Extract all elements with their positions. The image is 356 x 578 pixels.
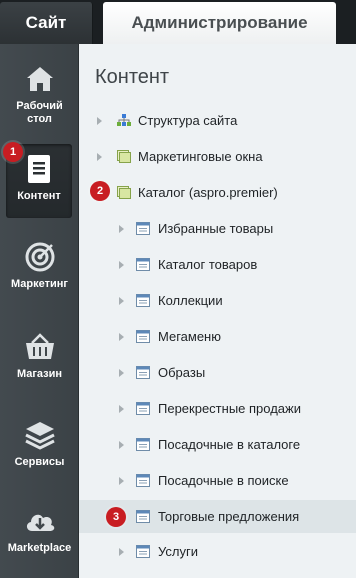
tree-item-cross-sales[interactable]: Перекрестные продажи — [79, 392, 356, 425]
iblock-list-icon — [136, 510, 150, 523]
tree-item-label[interactable]: Каталог товаров — [158, 257, 257, 272]
tree-item-label[interactable]: Образы — [158, 365, 205, 380]
iblock-list-icon — [136, 294, 150, 307]
sidebar-item-shop[interactable]: Магазин — [0, 330, 79, 381]
tree-item-megamenu[interactable]: Мегаменю — [79, 320, 356, 353]
page-title: Контент — [95, 66, 170, 88]
tree-item-landing-search[interactable]: Посадочные в поиске — [79, 464, 356, 497]
content-panel: Контент Структура сайта Маркетинговые ок… — [79, 44, 356, 578]
tree-item-label[interactable]: Мегаменю — [158, 329, 221, 344]
tree-item-catalog-aspro[interactable]: Каталог (aspro.premier) — [79, 176, 356, 209]
sidebar-item-label: Рабочий стол — [16, 100, 63, 125]
tree-item-label[interactable]: Торговые предложения — [158, 509, 299, 524]
tree-item-label[interactable]: Коллекции — [158, 293, 223, 308]
tree-item-landing-catalog[interactable]: Посадочные в каталоге — [79, 428, 356, 461]
sidebar-item-label: Marketplace — [7, 542, 72, 554]
target-icon — [23, 240, 57, 274]
expand-arrow-icon[interactable] — [119, 476, 124, 485]
admin-sidebar: Рабочий стол Контент Маркетинг Магазин С… — [0, 44, 79, 578]
site-structure-icon — [117, 114, 131, 126]
iblock-list-icon — [136, 402, 150, 415]
sidebar-item-label: Контент — [17, 190, 61, 202]
expand-arrow-icon[interactable] — [119, 404, 124, 413]
step-badge-1: 1 — [3, 142, 23, 162]
sidebar-item-label: Маркетинг — [11, 278, 68, 290]
tree-item-label[interactable]: Услуги — [158, 544, 198, 559]
basket-icon — [23, 330, 57, 364]
iblock-type-icon — [117, 150, 131, 163]
document-icon — [22, 152, 56, 186]
expand-arrow-icon[interactable] — [119, 368, 124, 377]
tree-item-label[interactable]: Перекрестные продажи — [158, 401, 301, 416]
iblock-type-icon — [117, 186, 131, 199]
expand-arrow-icon[interactable] — [119, 224, 124, 233]
sidebar-item-desktop[interactable]: Рабочий стол — [0, 62, 79, 126]
tree-item-collections[interactable]: Коллекции — [79, 284, 356, 317]
tree-item-services[interactable]: Услуги — [79, 535, 356, 568]
iblock-list-icon — [136, 474, 150, 487]
expand-arrow-icon[interactable] — [119, 260, 124, 269]
sidebar-item-marketplace[interactable]: Marketplace — [0, 504, 79, 555]
tree-item-label[interactable]: Посадочные в поиске — [158, 473, 289, 488]
sidebar-item-marketing[interactable]: Маркетинг — [0, 240, 79, 291]
tab-site[interactable]: Сайт — [0, 2, 93, 44]
layers-icon — [23, 418, 57, 452]
tree-item-looks[interactable]: Образы — [79, 356, 356, 389]
tree-item-label[interactable]: Посадочные в каталоге — [158, 437, 300, 452]
iblock-list-icon — [136, 330, 150, 343]
iblock-list-icon — [136, 222, 150, 235]
step-badge-3: 3 — [106, 507, 126, 527]
expand-arrow-icon[interactable] — [119, 440, 124, 449]
iblock-list-icon — [136, 258, 150, 271]
tree-item-label[interactable]: Структура сайта — [138, 113, 237, 128]
top-tab-bar: Сайт Администрирование — [0, 0, 356, 44]
iblock-list-icon — [136, 438, 150, 451]
tree-item-label[interactable]: Избранные товары — [158, 221, 273, 236]
tab-administration[interactable]: Администрирование — [103, 2, 336, 44]
sidebar-item-label: Магазин — [16, 368, 63, 380]
sidebar-item-services[interactable]: Сервисы — [0, 418, 79, 469]
tree-item-site-structure[interactable]: Структура сайта — [79, 104, 356, 137]
expand-arrow-icon[interactable] — [97, 152, 102, 161]
tree-item-marketing-windows[interactable]: Маркетинговые окна — [79, 140, 356, 173]
expand-arrow-icon[interactable] — [119, 332, 124, 341]
expand-arrow-icon[interactable] — [97, 116, 102, 125]
expand-arrow-icon[interactable] — [119, 547, 124, 556]
home-icon — [23, 62, 57, 96]
expand-arrow-icon[interactable] — [119, 296, 124, 305]
cloud-download-icon — [23, 504, 57, 538]
tree-item-products-catalog[interactable]: Каталог товаров — [79, 248, 356, 281]
iblock-list-icon — [136, 545, 150, 558]
iblock-list-icon — [136, 366, 150, 379]
tree-item-favorites[interactable]: Избранные товары — [79, 212, 356, 245]
step-badge-2: 2 — [90, 181, 110, 201]
tree-item-label[interactable]: Каталог (aspro.premier) — [138, 185, 278, 200]
tree-item-label[interactable]: Маркетинговые окна — [138, 149, 263, 164]
sidebar-item-label: Сервисы — [14, 456, 65, 468]
